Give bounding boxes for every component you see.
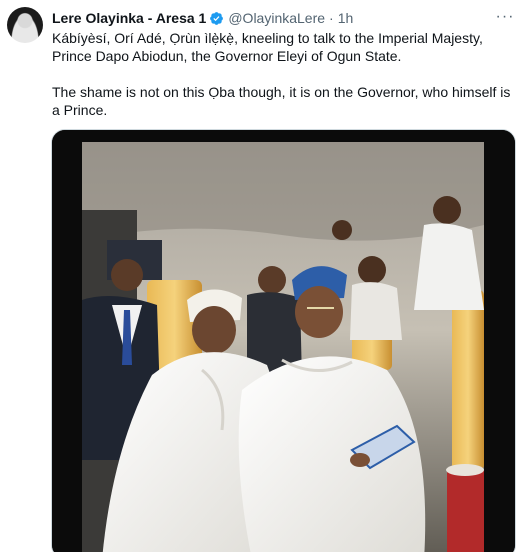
author-avatar[interactable] (7, 7, 43, 43)
verified-badge-icon (210, 11, 224, 25)
tweet[interactable]: Lere Olayinka - Aresa 1 @OlayinkaLere · … (0, 0, 521, 552)
author-handle[interactable]: @OlayinkaLere (228, 10, 325, 26)
tweet-timestamp[interactable]: 1h (338, 10, 354, 26)
tweet-paragraph: The shame is not on this Ọba though, it … (52, 84, 511, 118)
tweet-video[interactable] (51, 129, 516, 552)
author-display-name[interactable]: Lere Olayinka - Aresa 1 (52, 10, 206, 26)
more-options-icon[interactable]: ··· (495, 7, 515, 27)
separator-dot: · (329, 10, 334, 26)
tweet-text: Kábíyèsí, Orí Adé, Ọrùn ìlẹ̀kẹ̀, kneelin… (52, 29, 517, 119)
video-frame (52, 130, 515, 552)
tweet-header: Lere Olayinka - Aresa 1 @OlayinkaLere · … (52, 9, 353, 27)
tweet-paragraph: Kábíyèsí, Orí Adé, Ọrùn ìlẹ̀kẹ̀, kneelin… (52, 30, 483, 64)
